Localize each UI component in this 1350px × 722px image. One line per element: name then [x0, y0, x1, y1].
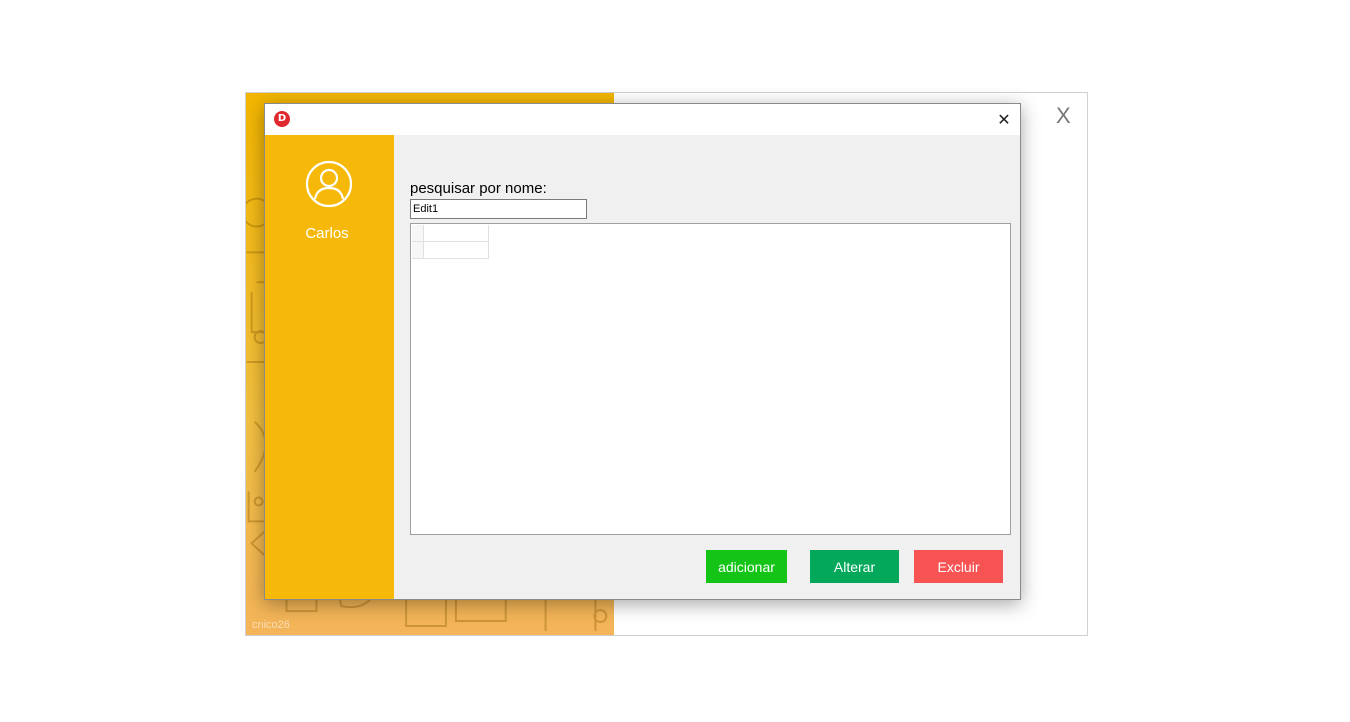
background-footer-text: cnico26 [252, 619, 290, 631]
delete-button[interactable]: Excluir [914, 550, 1003, 583]
user-name: Carlos [305, 225, 349, 242]
search-input[interactable] [410, 199, 587, 219]
user-dialog: D ✕ Carlos pesquisar por nome: adicionar… [264, 103, 1021, 600]
user-sidebar: Carlos [265, 135, 394, 599]
results-grid[interactable] [410, 223, 1011, 535]
grid-indicator-cell [412, 225, 424, 242]
app-logo-letter: D [277, 113, 287, 124]
search-label: pesquisar por nome: [410, 180, 547, 197]
grid-data-cell[interactable] [424, 242, 489, 259]
close-icon[interactable]: ✕ [988, 104, 1020, 135]
edit-button[interactable]: Alterar [810, 550, 899, 583]
dialog-titlebar[interactable]: D ✕ [265, 104, 1020, 135]
dialog-content: pesquisar por nome: adicionar Alterar Ex… [394, 135, 1020, 599]
background-close-button[interactable]: X [1056, 103, 1071, 129]
add-button[interactable]: adicionar [706, 550, 787, 583]
user-avatar-icon [305, 160, 353, 208]
app-logo-icon: D [274, 111, 290, 127]
grid-indicator-cell [412, 242, 424, 259]
grid-header-cell[interactable] [424, 225, 489, 242]
